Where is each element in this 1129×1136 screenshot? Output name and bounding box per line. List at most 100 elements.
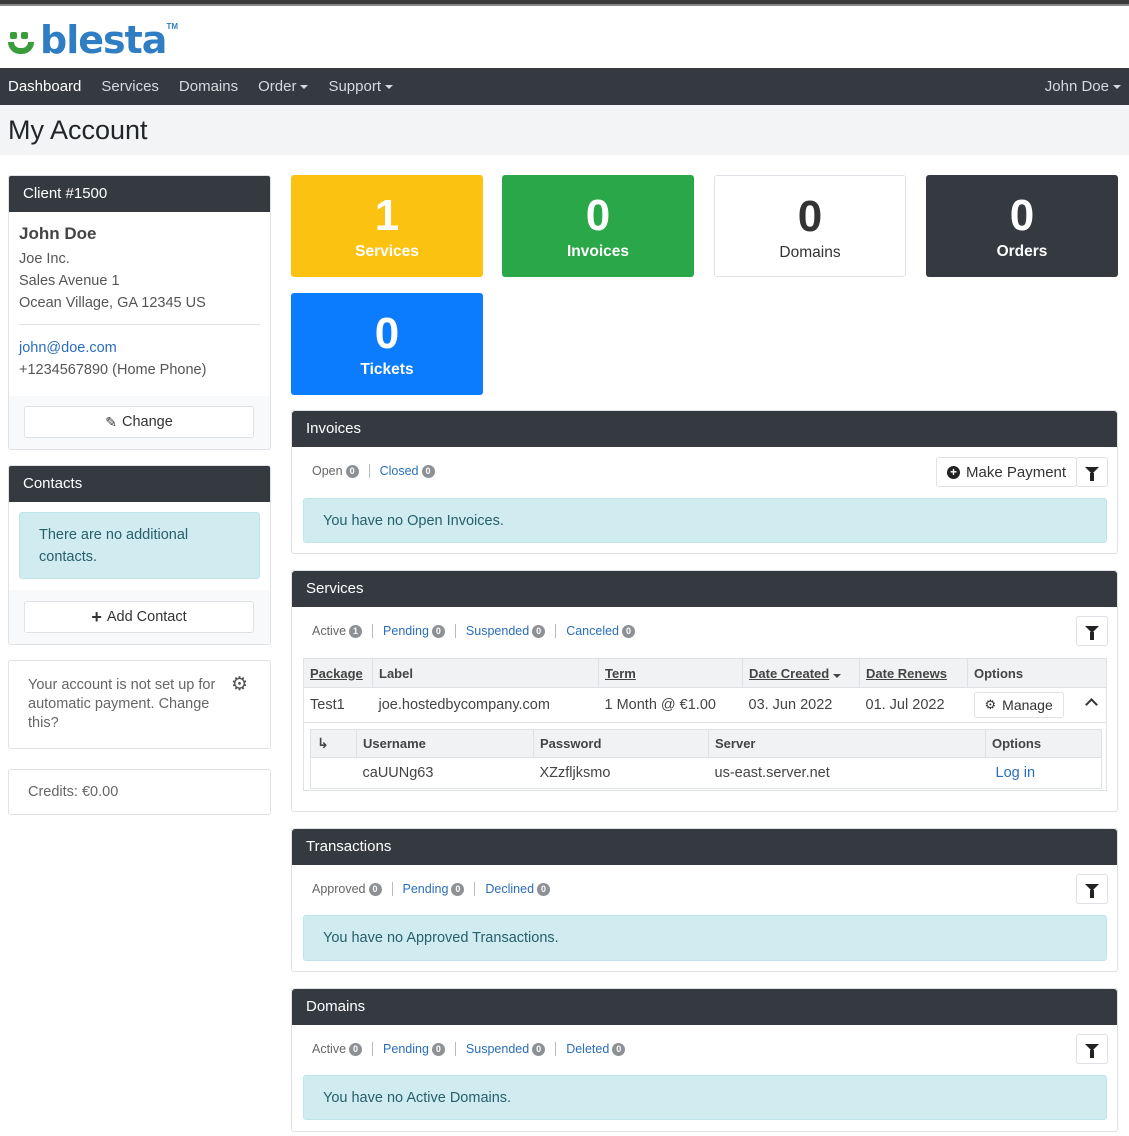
make-payment-button[interactable]: + Make Payment [936, 457, 1078, 487]
filter-label: Deleted [566, 1042, 610, 1056]
nav-support-dropdown[interactable]: Support [328, 78, 393, 95]
contacts-card-header: Contacts [9, 466, 270, 502]
plus-circle-icon: + [947, 465, 960, 479]
services-header: Services [292, 571, 1117, 607]
invoice-filter-button[interactable] [1076, 457, 1108, 487]
column-header-term[interactable]: Term [598, 658, 743, 688]
table-header-row: ↳ Username Password Server Options [310, 729, 1102, 758]
count-badge: 1 [349, 624, 363, 638]
filter-approved[interactable]: Approved 0 [312, 882, 382, 896]
invoices-section: Invoices Open 0 Closed 0 + Make Payment Yo… [291, 410, 1118, 554]
stat-value: 0 [797, 192, 823, 241]
cell-username: caUUNg63 [356, 757, 534, 789]
credits-text: Credits: €0.00 [28, 784, 119, 800]
header-label: Options [974, 665, 1024, 681]
count-badge: 0 [345, 464, 359, 478]
filter-label: Approved [312, 882, 366, 896]
page-header: My Account [0, 105, 1129, 155]
stat-label: Domains [779, 244, 841, 261]
gear-icon[interactable]: ⚙ [231, 673, 248, 696]
count-badge: 0 [421, 464, 435, 478]
filter-label: Pending [383, 624, 429, 638]
filter-separator [474, 882, 476, 896]
services-table: Package Label Term Date Created Date Ren… [303, 658, 1107, 723]
stat-value: 0 [1009, 191, 1035, 240]
transaction-filter-button[interactable] [1076, 874, 1108, 904]
stat-label: Orders [996, 243, 1048, 260]
cell-empty [310, 757, 357, 789]
filter-deleted[interactable]: Deleted 0 [566, 1042, 626, 1056]
caret-down-icon [1113, 85, 1121, 89]
service-credentials-table: ↳ Username Password Server Options caUUN… [310, 729, 1102, 789]
count-badge: 0 [368, 882, 382, 896]
column-header-date-created[interactable]: Date Created [742, 658, 860, 688]
service-filter-button[interactable] [1076, 616, 1108, 646]
filter-active[interactable]: Active 1 [312, 624, 363, 638]
gear-icon: ⚙ [984, 697, 997, 712]
nav-dashboard[interactable]: Dashboard [8, 78, 81, 95]
count-badge: 0 [532, 1042, 546, 1056]
filter-suspended[interactable]: Suspended 0 [466, 624, 546, 638]
count-badge: 0 [537, 882, 551, 896]
no-domains-alert: You have no Active Domains. [303, 1075, 1107, 1120]
nav-services[interactable]: Services [101, 78, 159, 95]
column-header-options: Options [985, 729, 1102, 758]
filter-canceled[interactable]: Canceled 0 [566, 624, 636, 638]
autopay-card[interactable]: Your account is not set up for automatic… [8, 660, 271, 749]
sort-caret-icon [833, 673, 842, 678]
column-header-package[interactable]: Package [303, 658, 373, 688]
filter-pending[interactable]: Pending 0 [383, 1042, 445, 1056]
nav-user-label: John Doe [1044, 78, 1109, 95]
header-label: Date Created [749, 665, 830, 681]
count-badge: 0 [349, 1042, 363, 1056]
cell-label: joe.hostedbycompany.com [372, 687, 599, 723]
no-transactions-alert: You have no Approved Transactions. [303, 915, 1107, 961]
nav-order-dropdown[interactable]: Order [258, 78, 309, 95]
credits-card: Credits: €0.00 [8, 769, 271, 815]
stat-tile-domains[interactable]: 0 Domains [714, 175, 906, 277]
column-header-date-renews[interactable]: Date Renews [859, 658, 968, 688]
filter-suspended[interactable]: Suspended 0 [466, 1042, 546, 1056]
column-header-options: Options [967, 658, 1107, 688]
stat-tile-services[interactable]: 1 Services [291, 175, 483, 277]
filter-label: Active [312, 624, 347, 638]
no-invoices-alert: You have no Open Invoices. [303, 498, 1107, 543]
button-label: Change [121, 414, 173, 430]
change-client-button[interactable]: ✎ Change [24, 406, 254, 438]
blesta-logo[interactable]: blesta TM [8, 18, 178, 59]
nav-domains[interactable]: Domains [179, 78, 238, 95]
domain-filters: Active 0 Pending 0 Suspended 0 Deleted 0 [312, 1042, 626, 1056]
stat-tile-tickets[interactable]: 0 Tickets [291, 293, 483, 395]
stat-label: Tickets [360, 361, 414, 378]
contacts-body: There are no additional contacts. [9, 502, 270, 590]
main-navbar: Dashboard Services Domains Order Support… [0, 68, 1129, 105]
transactions-header: Transactions [292, 829, 1117, 865]
stat-tile-invoices[interactable]: 0 Invoices [502, 175, 694, 277]
log-in-link[interactable]: Log in [992, 765, 1036, 781]
filter-icon [1085, 466, 1099, 481]
stat-tile-orders[interactable]: 0 Orders [926, 175, 1118, 277]
stat-value: 1 [374, 191, 400, 240]
manage-service-button[interactable]: ⚙ Manage [973, 692, 1064, 718]
domains-section: Domains Active 0 Pending 0 Suspended 0 Dele… [291, 988, 1118, 1132]
nav-label: Domains [178, 78, 239, 95]
filter-separator [372, 1042, 374, 1056]
filter-separator [555, 624, 557, 638]
domain-filter-button[interactable] [1076, 1034, 1108, 1064]
filter-closed[interactable]: Closed 0 [380, 464, 435, 478]
filter-pending[interactable]: Pending 0 [403, 882, 465, 896]
filter-active[interactable]: Active 0 [312, 1042, 363, 1056]
filter-separator [454, 624, 456, 638]
filter-label: Pending [402, 882, 449, 896]
autopay-text: Your account is not set up for automatic… [28, 677, 216, 731]
add-contact-button[interactable]: + Add Contact [24, 601, 254, 633]
filter-pending[interactable]: Pending 0 [383, 624, 445, 638]
chevron-up-icon[interactable] [1085, 698, 1098, 711]
cell-password: XZzfljksmo [533, 757, 709, 789]
button-label: Add Contact [106, 609, 187, 625]
nav-user-dropdown[interactable]: John Doe [1045, 78, 1121, 95]
filter-separator [391, 882, 393, 896]
filter-open[interactable]: Open 0 [312, 464, 359, 478]
filter-declined[interactable]: Declined 0 [485, 882, 551, 896]
client-email-link[interactable]: john@doe.com [19, 337, 260, 359]
